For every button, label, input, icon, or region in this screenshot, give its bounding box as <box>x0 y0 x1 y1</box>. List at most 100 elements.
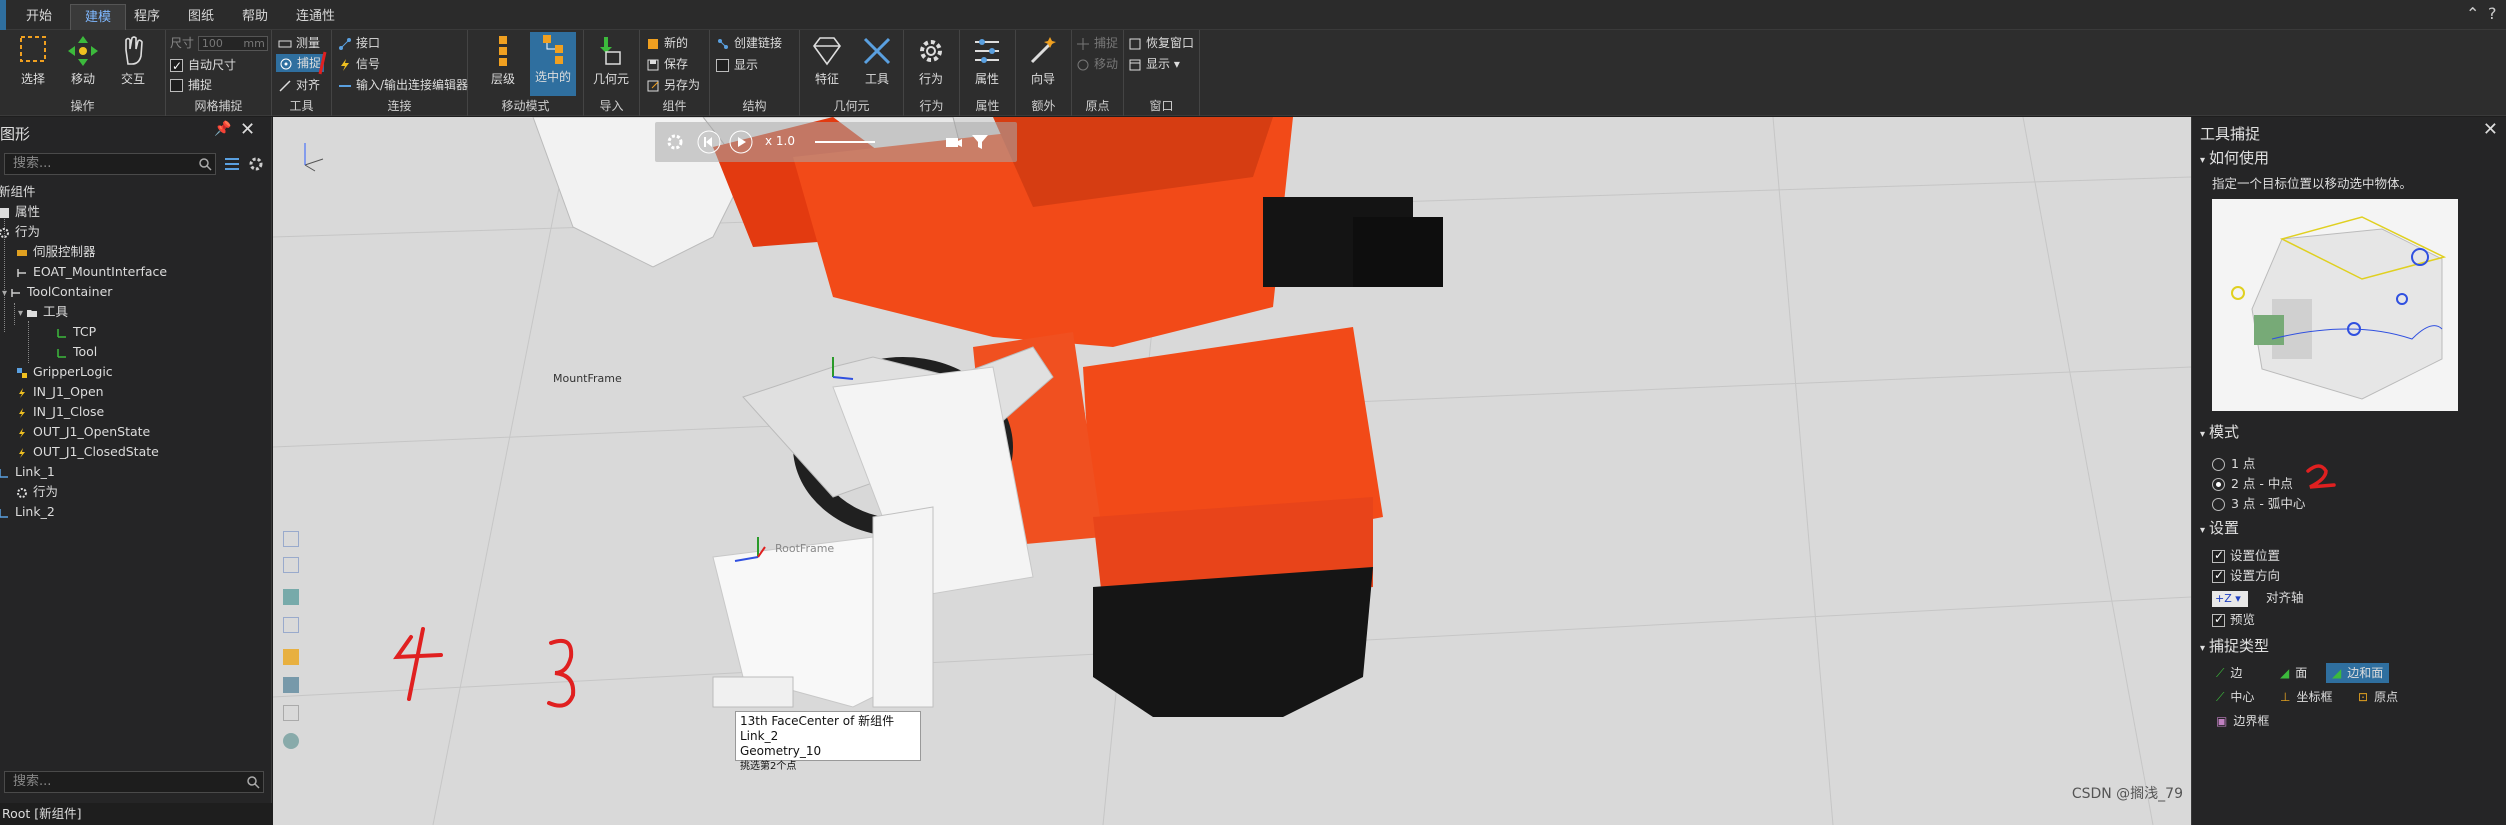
sphere-view-icon[interactable] <box>283 733 299 749</box>
measure-button[interactable]: 测量 <box>278 34 320 52</box>
view-zoom-icon[interactable] <box>283 557 299 573</box>
new-component-button[interactable]: 新的 <box>646 34 688 52</box>
selected-mode-button[interactable]: 选中的 <box>530 32 576 96</box>
tree-item-out-j1-closed-state[interactable]: OUT_J1_ClosedState <box>16 443 159 461</box>
tree-item-eoat-mount-interface[interactable]: EOAT_MountInterface <box>16 263 167 281</box>
snap-type-edge-and-face[interactable]: ◢ 边和面 <box>2326 663 2390 683</box>
snap-type-origin[interactable]: ⊡ 原点 <box>2352 687 2404 707</box>
tab-program[interactable]: 程序 <box>120 4 174 30</box>
diamond-icon <box>813 37 841 66</box>
tree-item-servo-controller[interactable]: 伺服控制器 <box>16 243 96 261</box>
tab-help[interactable]: 帮助 <box>228 4 282 30</box>
view-front-icon[interactable] <box>283 617 299 633</box>
filter-funnel-icon[interactable] <box>971 133 989 151</box>
selection-mode-icon[interactable] <box>283 677 299 693</box>
hierarchy-mode-button[interactable]: 层级 <box>480 34 526 87</box>
behavior-button[interactable]: 行为 <box>908 34 954 87</box>
snap-type-section[interactable]: ▾ 捕捉类型 <box>2200 635 2269 656</box>
help-icon[interactable]: ? <box>2488 4 2497 23</box>
snap-type-edge[interactable]: ⟋ 边 <box>2210 663 2248 683</box>
origin-move-button[interactable]: 移动 <box>1076 55 1118 73</box>
signal-button[interactable]: 信号 <box>338 55 380 73</box>
show-structure-checkbox[interactable]: 显示 <box>716 56 758 74</box>
properties-button[interactable]: 属性 <box>964 34 1010 87</box>
restore-window-button[interactable]: 恢复窗口 <box>1128 34 1194 52</box>
tab-connectivity[interactable]: 连通性 <box>282 4 349 30</box>
settings-section[interactable]: ▾ 设置 <box>2200 517 2239 538</box>
tree-item-tools[interactable]: ▾ 工具 <box>18 303 68 321</box>
tree-search-input[interactable]: 搜索... <box>4 153 216 175</box>
expand-icon[interactable]: ▾ <box>2 288 7 299</box>
mode-section[interactable]: ▾ 模式 <box>2200 421 2239 442</box>
measure-mode-icon[interactable] <box>283 705 299 721</box>
interact-button[interactable]: 交互 <box>110 34 156 87</box>
feature-button[interactable]: 特征 <box>804 34 850 87</box>
tab-home[interactable]: 开始 <box>12 4 66 30</box>
align-axis-dropdown[interactable]: +Z ▾ <box>2212 591 2248 607</box>
expand-icon[interactable]: ▾ <box>18 308 23 319</box>
pin-icon[interactable]: 📌 <box>214 121 231 137</box>
settings-gear-icon[interactable] <box>248 156 264 172</box>
save-as-icon <box>647 80 659 91</box>
tree-item-in-j1-open[interactable]: IN_J1_Open <box>16 383 104 401</box>
snap-type-bounding-box[interactable]: ▣ 边界框 <box>2210 711 2275 731</box>
tree-item-tool-container[interactable]: ▾ ToolContainer <box>2 283 112 301</box>
how-to-section[interactable]: ▾ 如何使用 <box>2200 147 2269 168</box>
check-icon <box>2212 568 2225 583</box>
port-button[interactable]: 接口 <box>338 34 380 52</box>
speed-slider[interactable] <box>815 141 875 143</box>
save-as-button[interactable]: 另存为 <box>646 76 700 94</box>
tree-item-gripper-logic[interactable]: GripperLogic <box>16 363 113 381</box>
tree-item-behaviors[interactable]: 行为 <box>0 223 40 241</box>
set-orientation-checkbox[interactable]: 设置方向 <box>2212 565 2280 584</box>
close-icon[interactable]: ✕ <box>2483 119 2498 140</box>
3d-viewport[interactable]: 4 3 MountFrame RootFrame x 1.0 13th Face… <box>273 117 2191 825</box>
collapse-ribbon-icon[interactable]: ⌃ <box>2466 4 2479 23</box>
play-icon[interactable] <box>729 130 753 154</box>
mode-2-point-midpoint-radio[interactable]: 2 点 - 中点 <box>2212 473 2293 492</box>
grid-size-input[interactable]: 100 mm <box>197 36 268 51</box>
move-button[interactable]: 移动 <box>60 34 106 87</box>
grid-snap-checkbox[interactable]: 捕捉 <box>170 76 212 94</box>
render-mode-icon[interactable] <box>283 649 299 665</box>
view-fit-icon[interactable] <box>283 531 299 547</box>
camera-icon[interactable] <box>945 133 963 151</box>
snap-type-center[interactable]: ⟋ 中心 <box>2210 687 2260 707</box>
align-button[interactable]: 对齐 <box>278 76 320 94</box>
snap-type-face[interactable]: ◢ 面 <box>2274 663 2313 683</box>
import-geometry-button[interactable]: 几何元 <box>588 34 634 87</box>
tree-item-out-j1-open-state[interactable]: OUT_J1_OpenState <box>16 423 150 441</box>
auto-size-checkbox[interactable]: 自动尺寸 <box>170 56 236 75</box>
snap-type-frame[interactable]: ⊥ 坐标框 <box>2274 687 2338 707</box>
close-icon[interactable]: ✕ <box>240 119 255 140</box>
geometry-tool-button[interactable]: 工具 <box>854 34 900 87</box>
tree-item-tcp[interactable]: TCP <box>56 323 96 341</box>
collapse-icon: ▾ <box>2200 643 2206 654</box>
rewind-icon[interactable] <box>697 130 721 154</box>
show-window-dropdown[interactable]: 显示 ▾ <box>1128 55 1180 73</box>
origin-snap-button[interactable]: 捕捉 <box>1076 34 1118 52</box>
app-menu-edge[interactable] <box>0 0 6 30</box>
preview-checkbox[interactable]: 预览 <box>2212 609 2255 628</box>
wizard-button[interactable]: 向导 <box>1020 34 1066 87</box>
tree-item-link-2[interactable]: Link_2 <box>0 503 55 521</box>
tree-item-tool[interactable]: Tool <box>56 343 97 361</box>
create-link-button[interactable]: 创建链接 <box>716 34 782 52</box>
bottom-search-input[interactable]: 搜索... <box>4 771 264 793</box>
anim-settings-gear-icon[interactable] <box>665 132 685 152</box>
tree-item-link-1-behaviors[interactable]: 行为 <box>16 483 58 501</box>
tab-modeling[interactable]: 建模 <box>70 4 127 30</box>
view-top-icon[interactable] <box>283 589 299 605</box>
set-position-checkbox[interactable]: 设置位置 <box>2212 545 2280 564</box>
filter-icon[interactable] <box>224 157 240 171</box>
io-connection-editor-button[interactable]: 输入/输出连接编辑器 <box>338 76 468 94</box>
tree-item-properties[interactable]: 属性 <box>0 203 40 221</box>
tab-drawing[interactable]: 图纸 <box>174 4 228 30</box>
tree-item-new-component[interactable]: 新组件 <box>0 183 36 201</box>
select-button[interactable]: 选择 <box>10 34 56 87</box>
mode-1-point-radio[interactable]: 1 点 <box>2212 453 2255 472</box>
tree-item-link-1[interactable]: Link_1 <box>0 463 55 481</box>
save-component-button[interactable]: 保存 <box>646 55 688 73</box>
tree-item-in-j1-close[interactable]: IN_J1_Close <box>16 403 104 421</box>
mode-3-point-arc-center-radio[interactable]: 3 点 - 弧中心 <box>2212 493 2305 512</box>
